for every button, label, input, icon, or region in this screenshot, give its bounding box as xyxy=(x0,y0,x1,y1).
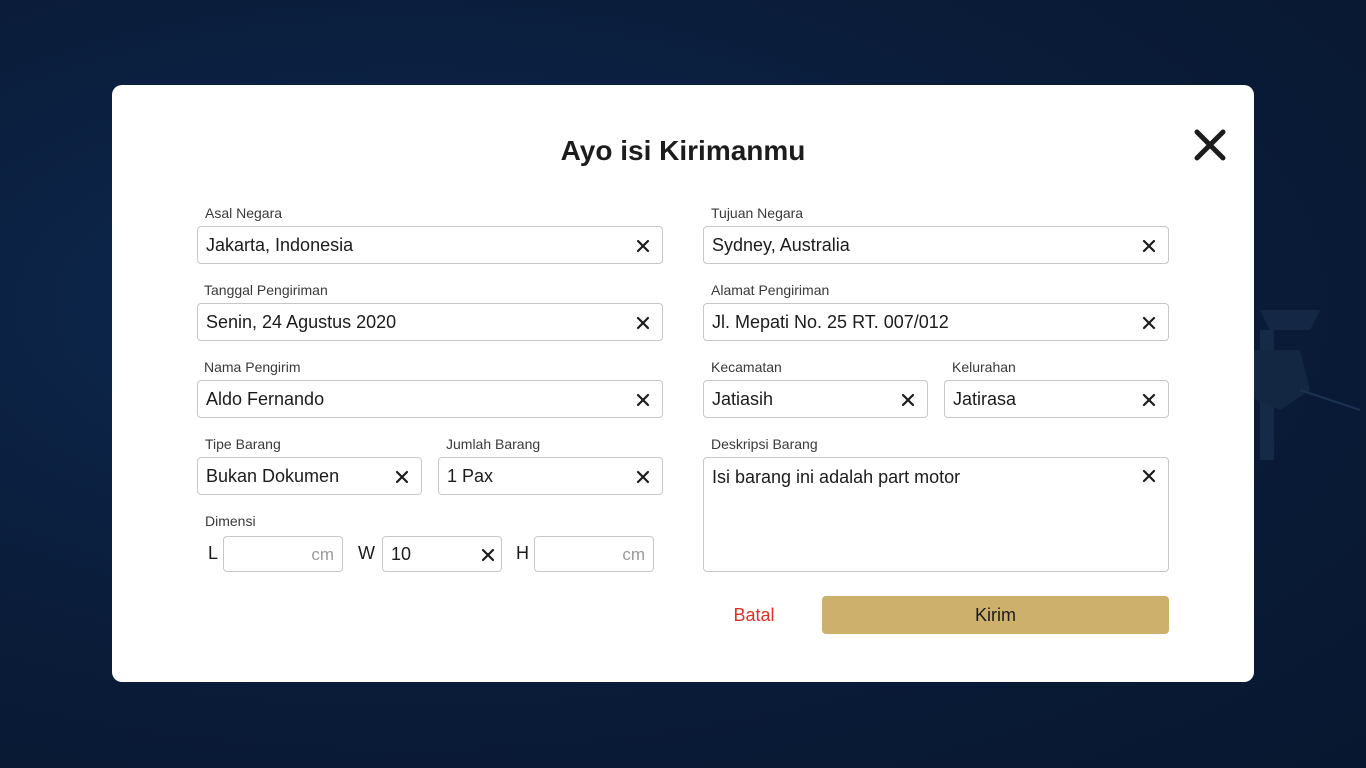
dimension-length-input[interactable]: cm xyxy=(223,536,343,572)
nama-pengirim-field: Nama Pengirim Aldo Fernando xyxy=(197,359,663,419)
asal-negara-value: Jakarta, Indonesia xyxy=(206,235,354,255)
kelurahan-input[interactable]: Jatirasa xyxy=(944,380,1169,418)
asal-negara-label: Asal Negara xyxy=(205,205,283,221)
kecamatan-value: Jatiasih xyxy=(712,389,774,409)
clear-icon[interactable] xyxy=(636,393,650,407)
modal-title: Ayo isi Kirimanmu xyxy=(560,135,806,166)
tipe-barang-label: Tipe Barang xyxy=(205,436,281,452)
submit-button[interactable]: Kirim xyxy=(822,596,1169,634)
kecamatan-label: Kecamatan xyxy=(711,359,782,375)
jumlah-barang-value: 1 Pax xyxy=(447,466,494,486)
dimension-width-input[interactable]: 10 xyxy=(382,536,502,572)
background-illustration xyxy=(1245,310,1361,460)
deskripsi-barang-label: Deskripsi Barang xyxy=(711,436,818,452)
tanggal-pengiriman-value: Senin, 24 Agustus 2020 xyxy=(206,312,397,332)
tujuan-negara-label: Tujuan Negara xyxy=(711,205,804,221)
clear-icon[interactable] xyxy=(636,470,650,484)
alamat-pengiriman-input[interactable]: Jl. Mepati No. 25 RT. 007/012 xyxy=(703,303,1169,341)
dimension-l-letter: L xyxy=(208,543,219,563)
tipe-barang-input[interactable]: Bukan Dokumen xyxy=(197,457,422,495)
dimension-h-letter: H xyxy=(516,543,529,563)
tipe-barang-field: Tipe Barang Bukan Dokumen xyxy=(197,436,422,496)
deskripsi-barang-textarea[interactable]: Isi barang ini adalah part motor xyxy=(703,457,1169,572)
jumlah-barang-input[interactable]: 1 Pax xyxy=(438,457,663,495)
close-icon[interactable] xyxy=(1192,127,1228,163)
jumlah-barang-field: Jumlah Barang 1 Pax xyxy=(438,436,663,496)
dimension-height-input[interactable]: cm xyxy=(534,536,654,572)
alamat-pengiriman-label: Alamat Pengiriman xyxy=(711,282,830,298)
deskripsi-barang-label-wrap: Deskripsi Barang xyxy=(703,436,1169,456)
nama-pengirim-value: Aldo Fernando xyxy=(206,389,325,409)
clear-icon[interactable] xyxy=(1142,316,1156,330)
cancel-button[interactable]: Batal xyxy=(712,596,796,634)
kelurahan-label: Kelurahan xyxy=(952,359,1016,375)
alamat-pengiriman-field: Alamat Pengiriman Jl. Mepati No. 25 RT. … xyxy=(703,282,1169,342)
clear-icon[interactable] xyxy=(395,470,409,484)
kelurahan-field: Kelurahan Jatirasa xyxy=(944,359,1169,419)
clear-icon[interactable] xyxy=(1142,469,1156,483)
tanggal-pengiriman-label: Tanggal Pengiriman xyxy=(204,282,328,298)
tipe-barang-value: Bukan Dokumen xyxy=(206,466,340,486)
dimension-width-value: 10 xyxy=(391,544,412,564)
tujuan-negara-input[interactable]: Sydney, Australia xyxy=(703,226,1169,264)
kelurahan-value: Jatirasa xyxy=(953,389,1017,409)
dimension-height-unit: cm xyxy=(622,545,645,564)
clear-icon[interactable] xyxy=(481,548,495,562)
tanggal-pengiriman-input[interactable]: Senin, 24 Agustus 2020 xyxy=(197,303,663,341)
asal-negara-field: Asal Negara Jakarta, Indonesia xyxy=(197,205,663,265)
clear-icon[interactable] xyxy=(1142,239,1156,253)
clear-icon[interactable] xyxy=(636,316,650,330)
shipment-form-modal: Ayo isi Kirimanmu Asal Negara Jakarta, I… xyxy=(112,85,1254,682)
tujuan-negara-field: Tujuan Negara Sydney, Australia xyxy=(703,205,1169,265)
tujuan-negara-value: Sydney, Australia xyxy=(712,235,850,255)
dimension-w-letter: W xyxy=(358,543,375,563)
clear-icon[interactable] xyxy=(1142,393,1156,407)
tanggal-pengiriman-field: Tanggal Pengiriman Senin, 24 Agustus 202… xyxy=(197,282,663,342)
clear-icon[interactable] xyxy=(636,239,650,253)
asal-negara-input[interactable]: Jakarta, Indonesia xyxy=(197,226,663,264)
kecamatan-input[interactable]: Jatiasih xyxy=(703,380,928,418)
dimension-length-unit: cm xyxy=(311,545,334,564)
dimensi-label: Dimensi xyxy=(205,513,256,529)
clear-icon[interactable] xyxy=(901,393,915,407)
kecamatan-field: Kecamatan Jatiasih xyxy=(703,359,928,419)
jumlah-barang-label: Jumlah Barang xyxy=(446,436,541,452)
alamat-pengiriman-value: Jl. Mepati No. 25 RT. 007/012 xyxy=(712,312,949,332)
nama-pengirim-input[interactable]: Aldo Fernando xyxy=(197,380,663,418)
nama-pengirim-label: Nama Pengirim xyxy=(204,359,301,375)
